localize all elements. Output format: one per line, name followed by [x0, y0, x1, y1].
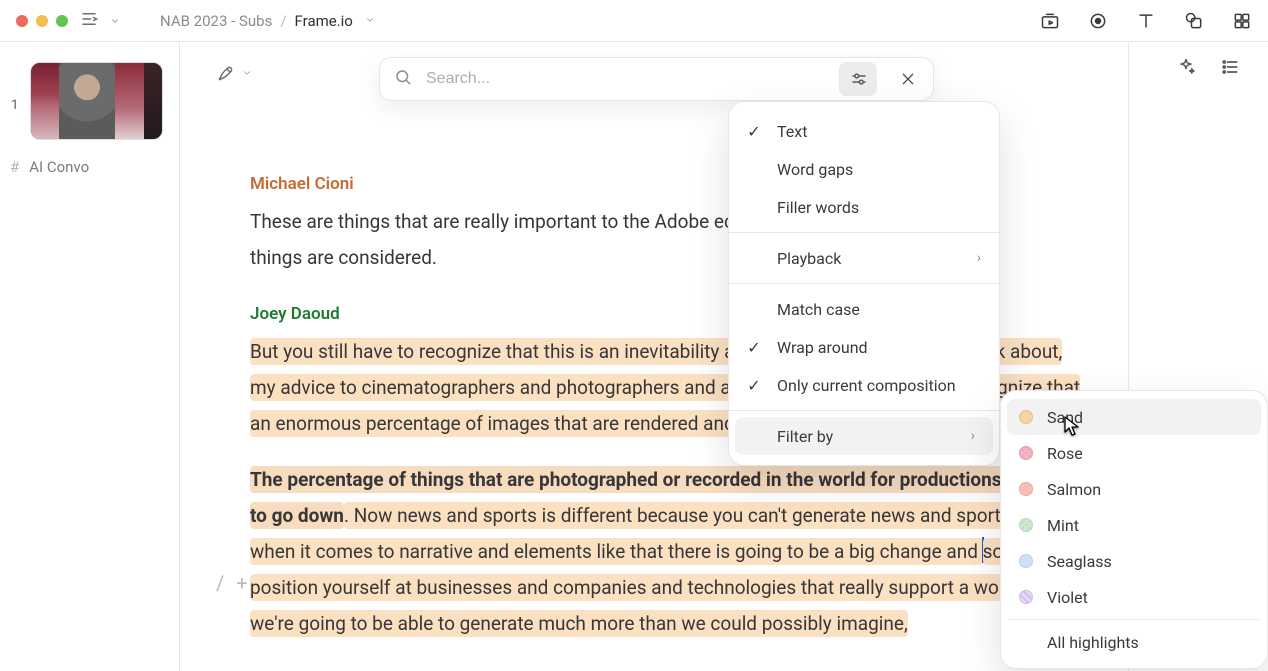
- filter-option-filter-by[interactable]: Filter by›: [735, 417, 993, 455]
- zoom-window-button[interactable]: [56, 15, 68, 27]
- window-controls: [16, 15, 68, 27]
- dropdown-separator: [729, 232, 999, 233]
- highlighted-text: . Now news and sports is different becau…: [250, 502, 1046, 565]
- filter-option-filler-words[interactable]: Filler words: [729, 188, 999, 226]
- submenu-separator: [1009, 619, 1259, 620]
- chevron-down-icon[interactable]: [110, 11, 120, 30]
- app-window: NAB 2023 - Subs / Frame.io: [0, 0, 1268, 671]
- titlebar: NAB 2023 - Subs / Frame.io: [0, 0, 1268, 42]
- pen-tool[interactable]: [216, 63, 252, 83]
- filter-color-salmon[interactable]: Salmon: [1007, 471, 1261, 507]
- search-input[interactable]: [424, 69, 827, 89]
- dropdown-separator: [729, 283, 999, 284]
- filter-color-rose[interactable]: Rose: [1007, 435, 1261, 471]
- chevron-right-icon: ›: [971, 428, 975, 444]
- list-icon[interactable]: [1220, 57, 1240, 81]
- filter-color-sand[interactable]: Sand: [1007, 399, 1261, 435]
- text-icon[interactable]: [1136, 11, 1156, 31]
- breadcrumb-current[interactable]: Frame.io: [295, 12, 353, 30]
- sidebar: 1 # AI Convo: [0, 42, 180, 671]
- search-filter-dropdown: ✓Text Word gaps Filler words Playback› M…: [728, 101, 1000, 466]
- swatch-icon: [1019, 518, 1033, 532]
- paragraph-3[interactable]: The percentage of things that are photog…: [250, 462, 1088, 642]
- filter-option-text[interactable]: ✓Text: [729, 112, 999, 150]
- breadcrumb: NAB 2023 - Subs / Frame.io: [160, 12, 375, 30]
- close-window-button[interactable]: [16, 15, 28, 27]
- dropdown-separator: [729, 410, 999, 411]
- grid-icon[interactable]: [1232, 11, 1252, 31]
- shapes-icon[interactable]: [1184, 11, 1204, 31]
- swatch-icon: [1019, 590, 1033, 604]
- breadcrumb-chevron-icon[interactable]: [365, 14, 375, 28]
- filter-all-highlights[interactable]: All highlights: [1007, 624, 1261, 660]
- chevron-right-icon: ›: [977, 250, 981, 266]
- filter-option-wrap-around[interactable]: ✓Wrap around: [729, 328, 999, 366]
- close-search-button[interactable]: [889, 62, 927, 96]
- filter-option-word-gaps[interactable]: Word gaps: [729, 150, 999, 188]
- filter-color-violet[interactable]: Violet: [1007, 579, 1261, 615]
- search-bar: [379, 57, 934, 101]
- filter-option-match-case[interactable]: Match case: [729, 290, 999, 328]
- filter-toggle-button[interactable]: [839, 62, 877, 96]
- titlebar-right: [1040, 11, 1252, 31]
- library-icon[interactable]: [80, 10, 98, 32]
- breadcrumb-project[interactable]: NAB 2023 - Subs: [160, 12, 272, 30]
- filter-color-mint[interactable]: Mint: [1007, 507, 1261, 543]
- hash-icon: #: [10, 158, 19, 176]
- breadcrumb-separator: /: [280, 12, 286, 30]
- filter-option-only-current[interactable]: ✓Only current composition: [729, 366, 999, 404]
- swatch-icon: [1019, 446, 1033, 460]
- filter-color-seaglass[interactable]: Seaglass: [1007, 543, 1261, 579]
- search-icon: [394, 68, 412, 90]
- main-tools: [1176, 57, 1240, 81]
- clip-thumbnail[interactable]: [30, 62, 163, 140]
- add-paragraph-button[interactable]: +: [236, 571, 247, 595]
- clip-thumbnail-row: 1: [10, 62, 163, 140]
- media-icon[interactable]: [1040, 11, 1060, 31]
- minimize-window-button[interactable]: [36, 15, 48, 27]
- sparkle-icon[interactable]: [1176, 57, 1196, 81]
- swatch-icon: [1019, 482, 1033, 496]
- swatch-icon: [1019, 554, 1033, 568]
- titlebar-left: NAB 2023 - Subs / Frame.io: [80, 10, 375, 32]
- clip-label-row[interactable]: # AI Convo: [10, 158, 163, 176]
- swatch-icon: [1019, 410, 1033, 424]
- filter-option-playback[interactable]: Playback›: [729, 239, 999, 277]
- record-icon[interactable]: [1088, 11, 1108, 31]
- clip-number: 1: [10, 98, 20, 113]
- filter-by-submenu: Sand Rose Salmon Mint Seaglass Violet Al…: [1000, 390, 1268, 669]
- slash-handle[interactable]: /: [216, 571, 224, 595]
- paragraph-gutter: / +: [216, 571, 248, 595]
- clip-label: AI Convo: [29, 158, 89, 176]
